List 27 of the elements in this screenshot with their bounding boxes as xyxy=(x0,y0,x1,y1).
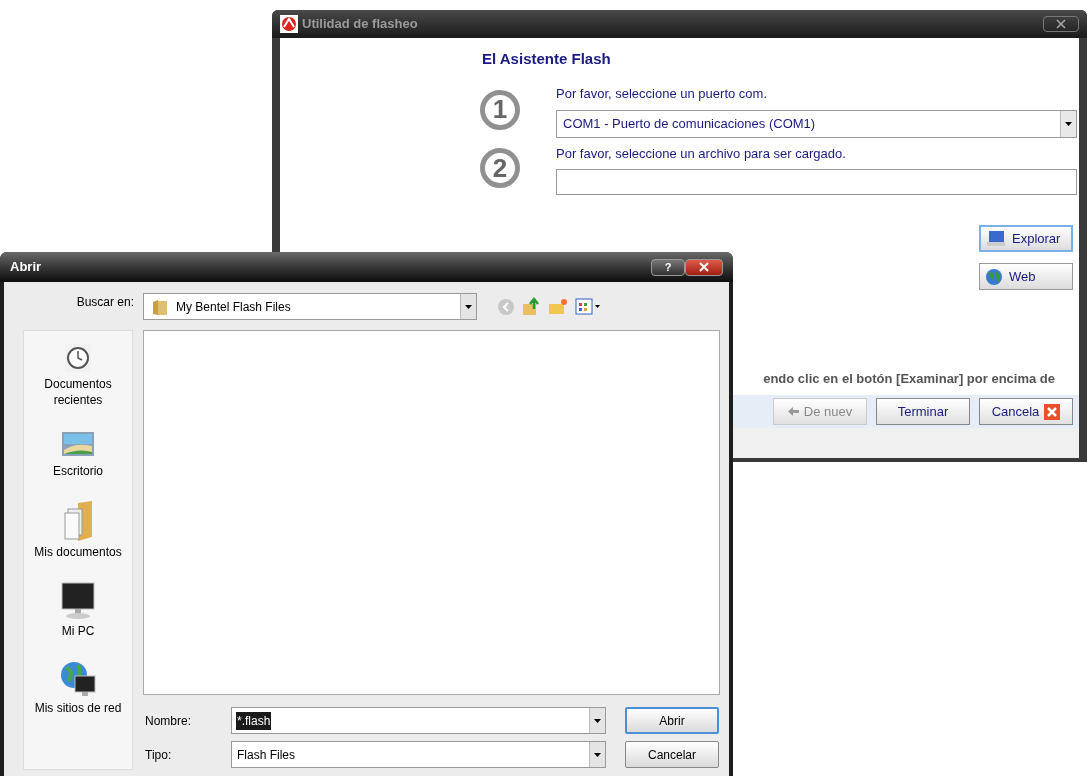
file-name-dropdown[interactable]: *.flash xyxy=(231,707,606,734)
file-type-dropdown[interactable]: Flash Files xyxy=(231,741,606,768)
place-item[interactable]: Mis documentos xyxy=(32,544,124,560)
web-button[interactable]: Web xyxy=(979,263,1073,290)
cancel-button[interactable]: Cancelar xyxy=(625,741,719,768)
window-title: Utilidad de flasheo xyxy=(302,15,418,34)
step-prompt: Por favor, seleccione un puerto com. xyxy=(556,85,768,103)
open-button[interactable]: Abrir xyxy=(625,707,719,734)
instruction-text: endo clic en el botón [Examinar] por encima de xyxy=(763,370,1055,388)
browse-button[interactable]: Explorar xyxy=(979,225,1073,252)
place-item[interactable]: Mis sitios de red xyxy=(32,700,124,716)
step-number: 1 xyxy=(480,89,520,130)
place-item[interactable]: Escritorio xyxy=(51,463,105,479)
look-in-dropdown[interactable]: My Bentel Flash Files xyxy=(143,293,477,320)
port-dropdown[interactable]: COM1 - Puerto de comunicaciones (COM1) xyxy=(556,109,1077,138)
step-prompt: Por favor, seleccione un archivo para ser cargado. xyxy=(556,144,847,163)
place-item[interactable]: Documentos recientes xyxy=(24,376,132,408)
place-item[interactable]: Mi PC xyxy=(59,623,97,639)
cancel-button[interactable]: Cancela xyxy=(979,398,1073,425)
wizard-heading: El Asistente Flash xyxy=(482,49,611,69)
field-label: Nombre: xyxy=(145,712,192,730)
look-in-label: Buscar en: xyxy=(76,294,134,311)
dialog-title: Abrir xyxy=(10,258,42,277)
help-button[interactable]: ? xyxy=(651,258,685,276)
finish-button[interactable]: Terminar xyxy=(876,398,970,425)
field-label: Tipo: xyxy=(145,746,173,764)
step-number: 2 xyxy=(480,148,520,189)
